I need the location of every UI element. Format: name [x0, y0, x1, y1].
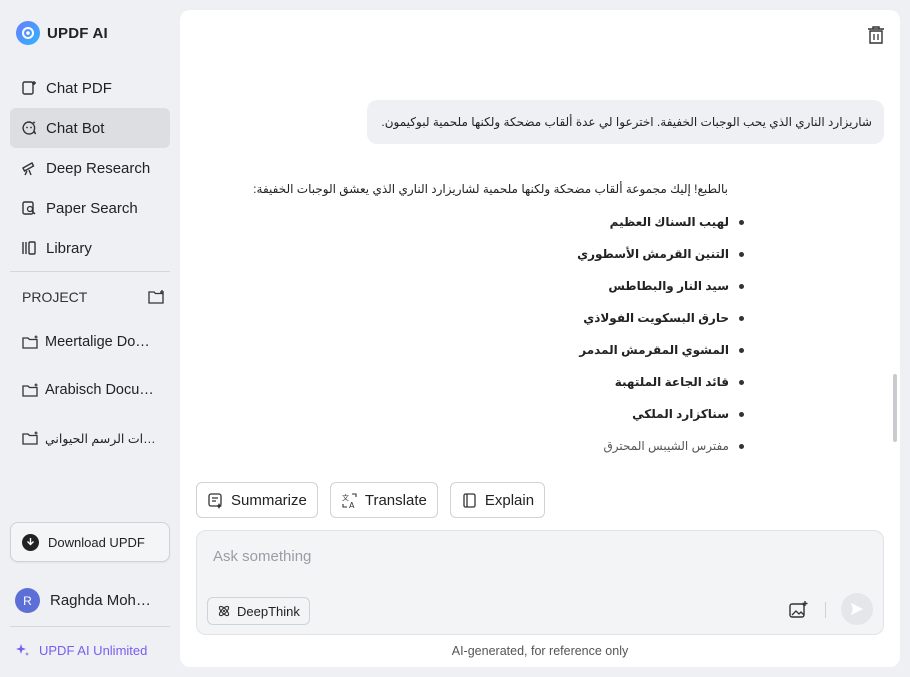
atom-icon	[218, 605, 230, 617]
chat-panel: شاريزارد الناري الذي يحب الوجبات الخفيفة…	[180, 10, 900, 667]
summarize-button[interactable]: Summarize	[196, 482, 318, 518]
sidebar-nav: Chat PDF Chat Bot Deep Research Paper Se…	[10, 68, 170, 268]
bullet-icon	[739, 315, 744, 321]
list-item-text: سيد النار والبطاطس	[608, 279, 729, 293]
disclaimer: AI-generated, for reference only	[451, 644, 629, 658]
project-header: PROJECT	[22, 289, 166, 305]
summarize-icon	[208, 492, 222, 509]
folder-icon	[22, 431, 38, 445]
deepthink-toggle[interactable]: DeepThink	[207, 597, 310, 625]
sidebar-item-chat-bot[interactable]: Chat Bot	[10, 108, 170, 148]
quick-actions: Summarize 文A Translate Explain	[196, 482, 546, 518]
sidebar-item-label: Paper Search	[46, 199, 138, 217]
list-item: سناكزارد الملكي	[208, 398, 744, 430]
list-item-text: مفترس الشيبس المحترق	[603, 439, 729, 453]
translate-label: Translate	[364, 491, 427, 509]
project-item[interactable]: Meertalige Documente	[10, 318, 170, 366]
project-list: Meertalige Documente Arabisch Documenten…	[10, 318, 170, 462]
sidebar: UPDF AI Chat PDF Chat Bot Deep Research …	[0, 0, 180, 677]
ai-answer: بالطبع! إليك مجموعة ألقاب مضحكة ولكنها م…	[208, 182, 744, 462]
project-item-label: Meertalige Documente	[45, 334, 157, 350]
updf-logo-icon	[16, 21, 40, 45]
translate-icon: 文A	[342, 493, 357, 509]
folder-icon	[22, 383, 38, 397]
user-name: Raghda Mohmmed	[50, 592, 162, 609]
avatar: R	[15, 588, 40, 613]
bullet-icon	[739, 283, 744, 289]
explain-button[interactable]: Explain	[449, 482, 546, 518]
send-button[interactable]	[841, 593, 873, 625]
chat-bot-icon	[22, 121, 37, 135]
list-item-text: المشوي المقرمش المدمر	[579, 343, 729, 357]
chat-scrollbar[interactable]	[893, 374, 897, 442]
list-item: قائد الجاعة الملتهبة	[208, 366, 744, 398]
app-logo[interactable]: UPDF AI	[16, 21, 108, 45]
list-item: التنين القرمش الأسطوري	[208, 238, 744, 270]
project-item-label: Arabisch Documenten	[45, 382, 157, 398]
list-item: المشوي المقرمش المدمر	[208, 334, 744, 366]
paper-search-icon	[22, 201, 36, 215]
explain-label: Explain	[484, 491, 535, 509]
app-name: UPDF AI	[47, 24, 108, 42]
sidebar-item-label: Deep Research	[46, 159, 151, 177]
chat-pdf-icon	[22, 81, 36, 95]
composer-divider	[825, 602, 826, 618]
list-item-text: حارق البسكويت الفولاذي	[583, 311, 729, 325]
list-item: لهيب السناك العظيم	[208, 206, 744, 238]
folder-icon	[22, 335, 38, 349]
answer-intro: بالطبع! إليك مجموعة ألقاب مضحكة ولكنها م…	[253, 182, 728, 196]
answer-list: لهيب السناك العظيم التنين القرمش الأسطور…	[208, 206, 744, 462]
plan-link[interactable]: UPDF AI Unlimited	[15, 643, 147, 658]
bullet-icon	[739, 251, 744, 257]
library-icon	[22, 241, 36, 255]
project-item[interactable]: مهارات الرسم الحيواني	[10, 414, 170, 462]
sidebar-divider	[10, 271, 170, 272]
project-item-label: مهارات الرسم الحيواني	[45, 431, 157, 446]
list-item-text: سناكزارد الملكي	[632, 407, 729, 421]
list-item-text: لهيب السناك العظيم	[609, 215, 729, 229]
explain-icon	[463, 492, 476, 508]
sidebar-item-label: Chat Bot	[46, 119, 105, 137]
bullet-icon	[739, 219, 744, 225]
bullet-icon	[739, 443, 744, 449]
sidebar-item-deep-research[interactable]: Deep Research	[10, 148, 170, 188]
bullet-icon	[739, 347, 744, 353]
summarize-label: Summarize	[231, 491, 307, 509]
user-profile[interactable]: R Raghda Mohmmed	[15, 588, 162, 613]
sidebar-item-paper-search[interactable]: Paper Search	[10, 188, 170, 228]
download-icon	[22, 533, 39, 551]
send-icon	[851, 603, 863, 615]
sidebar-item-label: Chat PDF	[46, 79, 112, 97]
svg-text:A: A	[349, 501, 355, 509]
sidebar-item-library[interactable]: Library	[10, 228, 170, 268]
image-upload-icon[interactable]	[787, 599, 809, 621]
list-item: حارق البسكويت الفولاذي	[208, 302, 744, 334]
new-project-icon[interactable]	[148, 289, 166, 305]
project-label: PROJECT	[22, 289, 88, 305]
deepthink-label: DeepThink	[237, 603, 300, 619]
translate-button[interactable]: 文A Translate	[329, 482, 438, 518]
list-item: مفترس الشيبس المحترق	[208, 430, 744, 462]
list-item: سيد النار والبطاطس	[208, 270, 744, 302]
clear-chat-icon[interactable]	[866, 24, 886, 46]
user-message: شاريزارد الناري الذي يحب الوجبات الخفيفة…	[367, 100, 884, 144]
bullet-icon	[739, 379, 744, 385]
sidebar-divider	[10, 626, 170, 627]
download-label: Download UPDF	[48, 534, 145, 550]
message-composer: DeepThink	[196, 530, 884, 635]
sidebar-item-chat-pdf[interactable]: Chat PDF	[10, 68, 170, 108]
download-updf-button[interactable]: Download UPDF	[10, 522, 170, 562]
list-item-text: قائد الجاعة الملتهبة	[614, 375, 729, 389]
sidebar-item-label: Library	[46, 239, 92, 257]
list-item-text: التنين القرمش الأسطوري	[577, 247, 729, 261]
svg-text:文: 文	[342, 493, 349, 502]
project-item[interactable]: Arabisch Documenten	[10, 366, 170, 414]
plan-label: UPDF AI Unlimited	[39, 643, 148, 658]
deep-research-icon	[22, 162, 35, 176]
bullet-icon	[739, 411, 744, 417]
sparkle-icon	[16, 644, 29, 656]
ask-input[interactable]	[213, 545, 813, 567]
